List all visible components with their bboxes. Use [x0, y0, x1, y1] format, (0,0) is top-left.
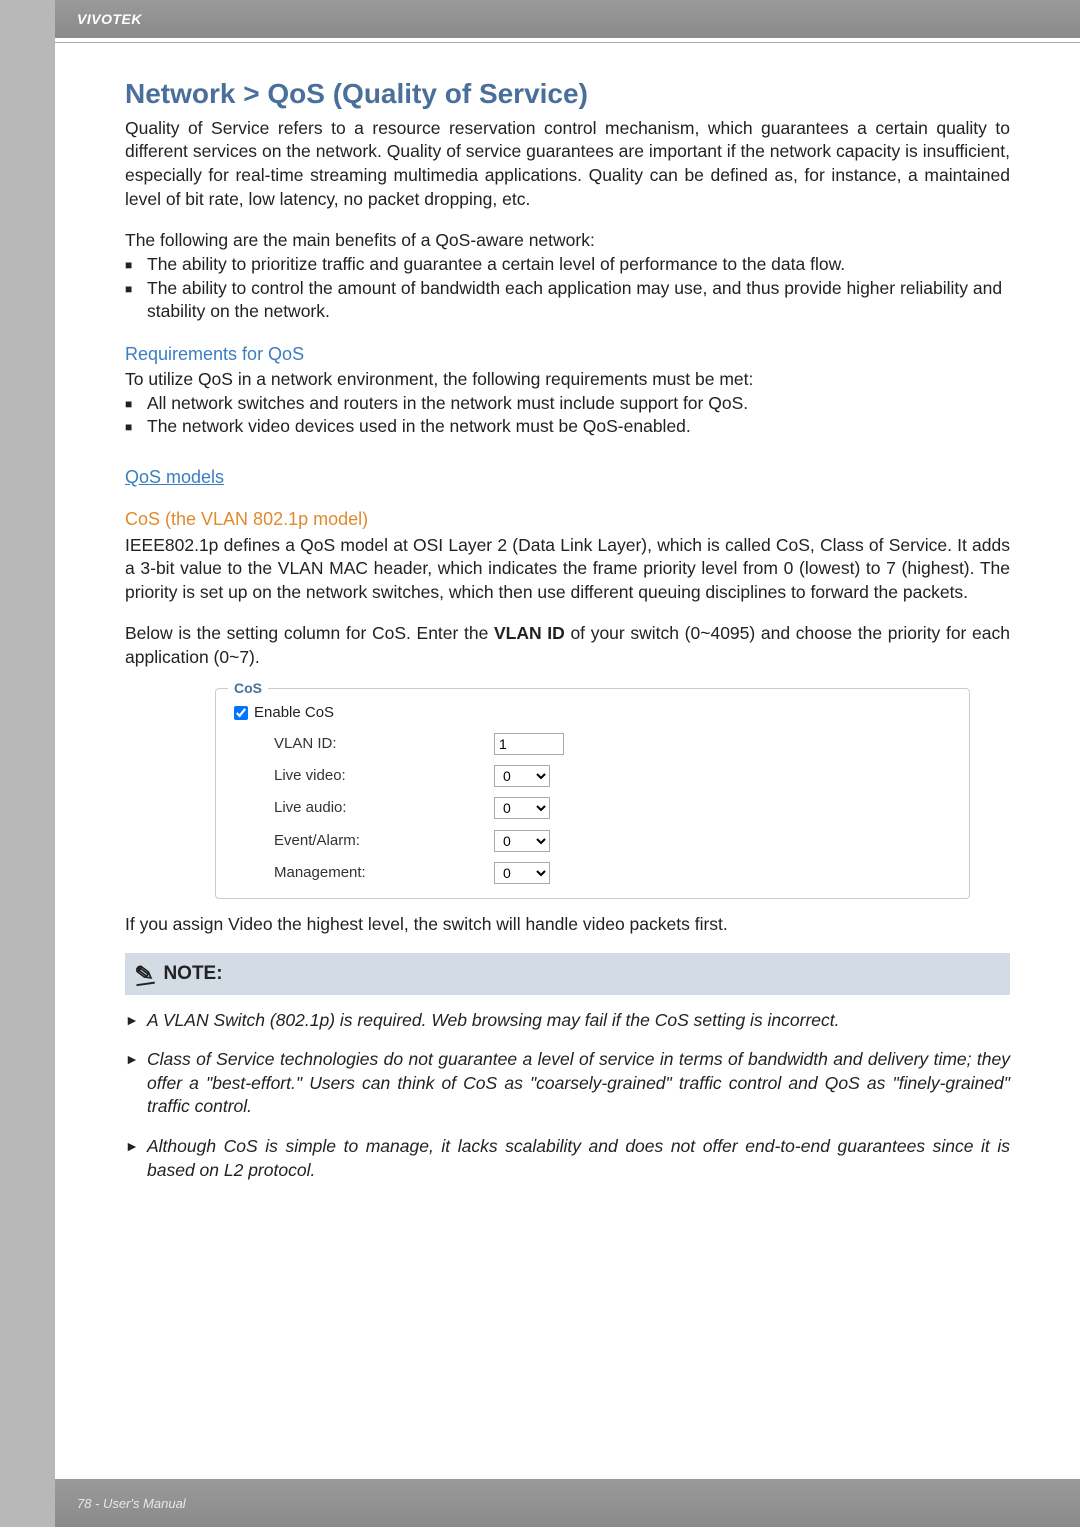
after-box-text: If you assign Video the highest level, t… [125, 913, 1010, 937]
enable-cos-checkbox[interactable] [234, 706, 248, 720]
requirement-item: The network video devices used in the ne… [125, 415, 1010, 439]
brand-name: VIVOTEK [77, 11, 142, 27]
live-video-label: Live video: [234, 766, 494, 786]
event-alarm-select[interactable]: 0 [494, 830, 550, 852]
requirement-item: All network switches and routers in the … [125, 392, 1010, 416]
content-area: Network > QoS (Quality of Service) Quali… [55, 43, 1080, 1182]
management-row: Management: 0 [234, 862, 951, 884]
event-alarm-row: Event/Alarm: 0 [234, 830, 951, 852]
enable-cos-row: Enable CoS [234, 703, 951, 723]
event-alarm-label: Event/Alarm: [234, 831, 494, 851]
footer-text: 78 - User's Manual [77, 1496, 186, 1511]
management-select[interactable]: 0 [494, 862, 550, 884]
live-audio-select[interactable]: 0 [494, 797, 550, 819]
intro-paragraph: Quality of Service refers to a resource … [125, 117, 1010, 212]
cos-below-bold: VLAN ID [494, 623, 565, 643]
note-label: NOTE: [163, 961, 222, 987]
vlan-id-input[interactable] [494, 733, 564, 755]
header-bar: VIVOTEK [55, 0, 1080, 38]
benefits-list: The ability to prioritize traffic and gu… [125, 253, 1010, 324]
live-video-select[interactable]: 0 [494, 765, 550, 787]
enable-cos-label: Enable CoS [254, 703, 334, 723]
cos-paragraph: IEEE802.1p defines a QoS model at OSI La… [125, 534, 1010, 605]
cos-settings-panel: CoS Enable CoS VLAN ID: Live video: 0 Li… [215, 688, 970, 900]
note-bar: ✎ NOTE: [125, 953, 1010, 995]
requirements-list: All network switches and routers in the … [125, 392, 1010, 439]
management-label: Management: [234, 863, 494, 883]
page-title: Network > QoS (Quality of Service) [125, 75, 1010, 113]
note-item: Class of Service technologies do not gua… [125, 1048, 1010, 1119]
note-item: A VLAN Switch (802.1p) is required. Web … [125, 1009, 1010, 1033]
cos-heading: CoS (the VLAN 802.1p model) [125, 507, 1010, 531]
cos-below-pre: Below is the setting column for CoS. Ent… [125, 623, 494, 643]
benefits-lead: The following are the main benefits of a… [125, 229, 1010, 253]
live-audio-label: Live audio: [234, 798, 494, 818]
cos-legend: CoS [228, 679, 268, 698]
note-item: Although CoS is simple to manage, it lac… [125, 1135, 1010, 1182]
requirements-heading: Requirements for QoS [125, 342, 1010, 366]
note-icon: ✎ [133, 958, 155, 990]
live-audio-row: Live audio: 0 [234, 797, 951, 819]
qos-models-heading: QoS models [125, 465, 1010, 489]
vlan-id-label: VLAN ID: [234, 734, 494, 754]
benefit-item: The ability to prioritize traffic and gu… [125, 253, 1010, 277]
vlan-id-row: VLAN ID: [234, 733, 951, 755]
cos-below-paragraph: Below is the setting column for CoS. Ent… [125, 622, 1010, 669]
footer-bar: 78 - User's Manual [55, 1479, 1080, 1527]
benefit-item: The ability to control the amount of ban… [125, 277, 1010, 324]
requirements-lead: To utilize QoS in a network environment,… [125, 368, 1010, 392]
note-list: A VLAN Switch (802.1p) is required. Web … [125, 1009, 1010, 1183]
live-video-row: Live video: 0 [234, 765, 951, 787]
